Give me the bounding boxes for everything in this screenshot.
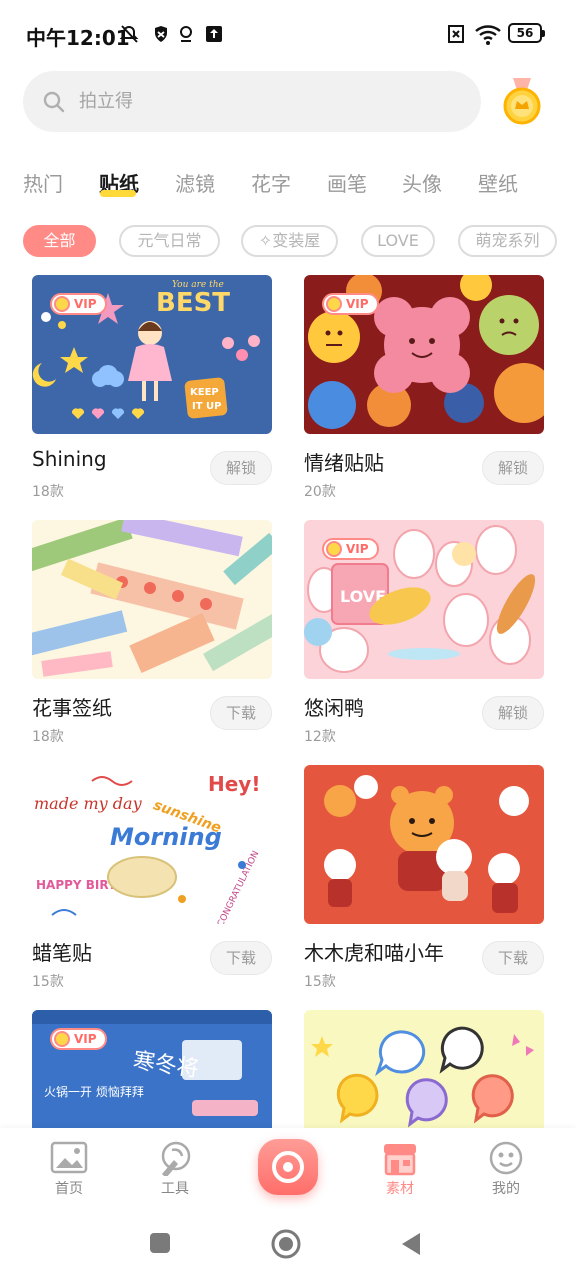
- card-count: 12款: [304, 729, 336, 745]
- camera-button[interactable]: [258, 1139, 318, 1195]
- sticker-preview-image[interactable]: [32, 520, 272, 679]
- unlock-button[interactable]: 解锁: [210, 451, 272, 485]
- sticker-preview-image[interactable]: Hey! made my day Morning sunshine HAPPY …: [32, 765, 272, 924]
- chip-all[interactable]: 全部: [23, 225, 96, 257]
- svg-text:KEEP: KEEP: [190, 387, 219, 398]
- nav-label: 首页: [55, 1181, 83, 1197]
- chip-love[interactable]: LOVE: [361, 225, 435, 257]
- card-image-text: Hey!: [208, 772, 260, 796]
- store-icon: [384, 1144, 416, 1176]
- download-button[interactable]: 下载: [482, 941, 544, 975]
- card-title: 蜡笔贴: [32, 941, 92, 965]
- card-title: Shining: [32, 447, 107, 471]
- vip-badge: VIP: [50, 293, 107, 315]
- bottom-nav: 首页 工具 素材 我的: [0, 1128, 576, 1216]
- sticker-card[interactable]: 木木虎和喵小年 15款 下载: [304, 765, 544, 990]
- card-count: 20款: [304, 484, 336, 500]
- tab-fancy-text[interactable]: 花字: [251, 168, 291, 197]
- battery-indicator: 56: [508, 23, 545, 43]
- card-title: 悠闲鸭: [304, 696, 364, 720]
- nav-home[interactable]: 首页: [29, 1140, 109, 1198]
- svg-text:IT UP: IT UP: [192, 401, 221, 412]
- back-icon[interactable]: [400, 1231, 422, 1257]
- download-button[interactable]: 下载: [210, 696, 272, 730]
- nav-label: 素材: [386, 1181, 414, 1197]
- shield-icon: [155, 26, 167, 42]
- chip-daily[interactable]: 元气日常: [119, 225, 220, 257]
- search-input[interactable]: [79, 71, 459, 132]
- nav-label: 我的: [492, 1181, 520, 1197]
- card-count: 18款: [32, 729, 64, 745]
- sticker-card[interactable]: LOVE VIP 悠闲鸭 12款 解锁: [304, 520, 544, 745]
- tab-avatars[interactable]: 头像: [402, 168, 442, 197]
- image-icon: [50, 1141, 88, 1174]
- face-icon: [489, 1141, 523, 1175]
- tab-brushes[interactable]: 画笔: [327, 168, 367, 197]
- search-icon: [43, 91, 65, 113]
- upload-icon: [206, 26, 222, 42]
- vip-badge: VIP: [322, 293, 379, 315]
- search-bar[interactable]: [23, 71, 481, 132]
- card-count: 15款: [304, 974, 336, 990]
- chip-pets[interactable]: 萌宠系列: [458, 225, 557, 257]
- sticker-card[interactable]: You are the BEST KEEP IT UP VIP Shining …: [32, 275, 272, 500]
- location-icon: [180, 26, 192, 42]
- nav-materials[interactable]: 素材: [360, 1140, 440, 1198]
- status-time: 中午12:01: [26, 26, 130, 50]
- download-button[interactable]: 下载: [210, 941, 272, 975]
- card-title: 木木虎和喵小年: [304, 941, 444, 965]
- tools-icon: [161, 1141, 191, 1176]
- nav-tools[interactable]: 工具: [135, 1140, 215, 1198]
- system-nav-bar: [0, 1216, 576, 1280]
- active-tab-indicator: [100, 190, 136, 197]
- vip-badge: VIP: [50, 1028, 107, 1050]
- vip-badge: VIP: [322, 538, 379, 560]
- nav-label: 工具: [161, 1181, 189, 1197]
- card-count: 18款: [32, 484, 64, 500]
- card-image-text: made my day: [34, 794, 143, 813]
- tab-hot[interactable]: 热门: [23, 168, 63, 197]
- category-tabs: 热门 贴纸 滤镜 花字 画笔 头像 壁纸: [0, 160, 576, 204]
- status-bar: 中午12:01 56: [0, 0, 576, 68]
- sticker-preview-image[interactable]: VIP: [304, 275, 544, 434]
- sticker-preview-image[interactable]: LOVE VIP: [304, 520, 544, 679]
- recents-icon[interactable]: [149, 1232, 171, 1254]
- sticker-preview-image[interactable]: You are the BEST KEEP IT UP VIP: [32, 275, 272, 434]
- tab-wallpapers[interactable]: 壁纸: [478, 168, 518, 197]
- sticker-card[interactable]: VIP 情绪贴贴 20款 解锁: [304, 275, 544, 500]
- card-title: 花事签纸: [32, 696, 112, 720]
- no-sim-icon: [448, 25, 464, 43]
- tab-filters[interactable]: 滤镜: [175, 168, 215, 197]
- sticker-preview-image[interactable]: [304, 765, 544, 924]
- medal-icon[interactable]: [500, 76, 544, 126]
- home-icon[interactable]: [271, 1229, 301, 1259]
- card-image-text: BEST: [156, 288, 230, 318]
- card-title: 情绪贴贴: [304, 451, 384, 475]
- card-image-text: 火锅一开 烦恼拜拜: [44, 1084, 144, 1099]
- mute-bell-icon: [119, 25, 139, 43]
- wifi-icon: [475, 25, 501, 45]
- unlock-button[interactable]: 解锁: [482, 451, 544, 485]
- nav-profile[interactable]: 我的: [466, 1140, 546, 1198]
- card-count: 15款: [32, 974, 64, 990]
- sticker-card[interactable]: 花事签纸 18款 下载: [32, 520, 272, 745]
- sticker-card[interactable]: Hey! made my day Morning sunshine HAPPY …: [32, 765, 272, 990]
- unlock-button[interactable]: 解锁: [482, 696, 544, 730]
- chip-dress-up[interactable]: ✧变装屋: [241, 225, 338, 257]
